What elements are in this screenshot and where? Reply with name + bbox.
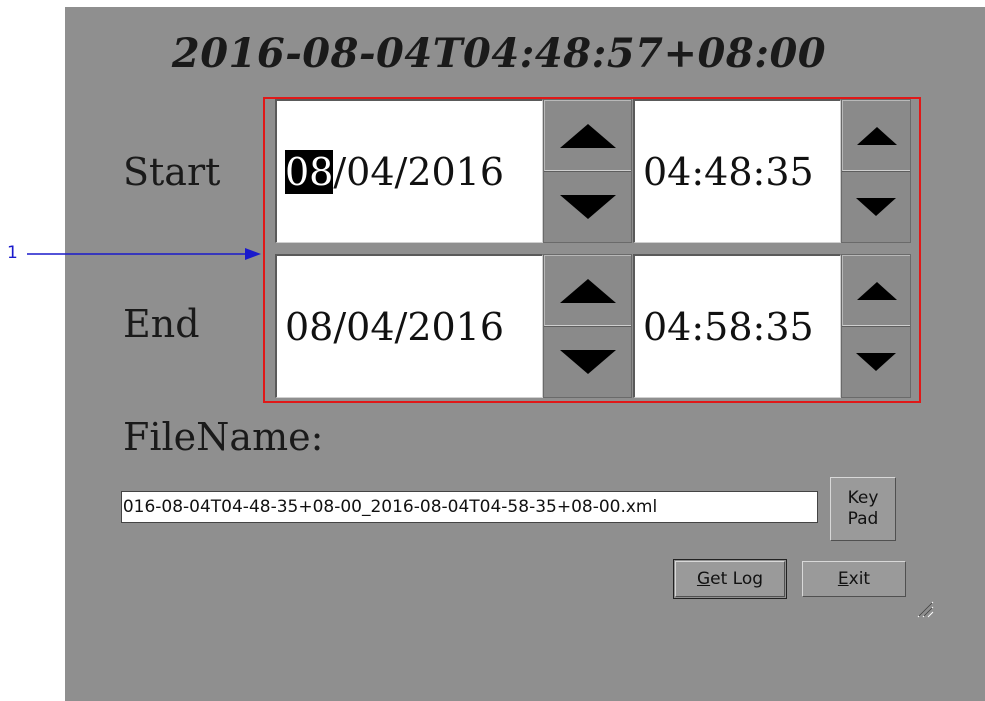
- keypad-label-line1: Key: [847, 488, 879, 508]
- start-label: Start: [123, 150, 221, 194]
- end-label: End: [123, 302, 200, 346]
- annotation-highlight-box: [263, 97, 921, 403]
- get-log-label: et Log: [710, 569, 764, 589]
- filename-input[interactable]: 2016-08-04T04-48-35+08-00_2016-08-04T04-…: [121, 491, 818, 523]
- exit-label: xit: [848, 569, 871, 589]
- annotation-number: 1: [7, 243, 18, 263]
- current-time-display: 2016-08-04T04:48:57+08:00: [171, 30, 827, 77]
- exit-button[interactable]: Exit: [802, 561, 906, 597]
- keypad-button[interactable]: Key Pad: [830, 477, 896, 541]
- resize-grip-icon[interactable]: [914, 598, 934, 618]
- annotation-arrow-icon: [27, 248, 261, 260]
- get-log-mnemonic: G: [696, 569, 711, 589]
- exit-mnemonic: E: [837, 569, 849, 589]
- keypad-label-line2: Pad: [847, 509, 879, 529]
- filename-value: 2016-08-04T04-48-35+08-00_2016-08-04T04-…: [121, 497, 658, 517]
- filename-label: FileName:: [123, 415, 324, 459]
- get-log-button[interactable]: Get Log: [673, 559, 787, 599]
